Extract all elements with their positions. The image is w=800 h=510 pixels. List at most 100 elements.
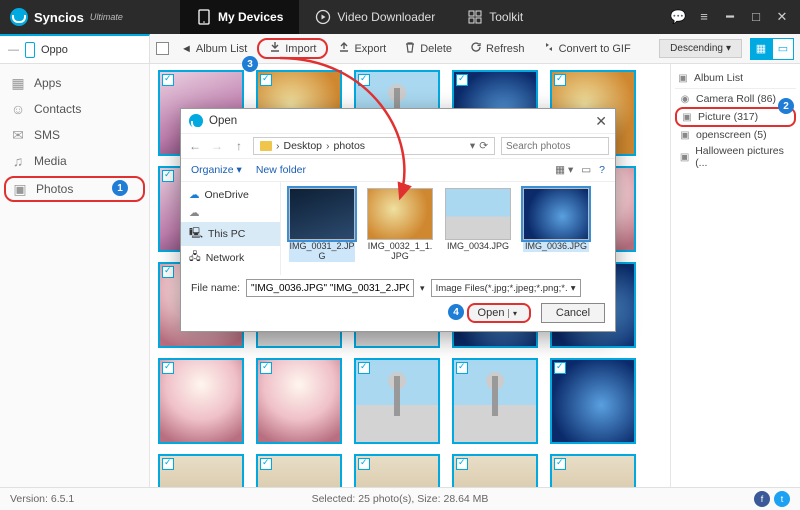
thumb-checkbox[interactable] xyxy=(358,74,370,86)
photo-thumb[interactable] xyxy=(256,454,342,487)
callout-2: 2 xyxy=(778,98,794,114)
pc-icon: 🖳 xyxy=(189,225,203,243)
refresh-icon xyxy=(470,41,482,56)
thumb-checkbox[interactable] xyxy=(162,458,174,470)
photo-thumb[interactable] xyxy=(550,358,636,444)
tree-label: Network xyxy=(206,252,245,264)
tab-video-downloader-label: Video Downloader xyxy=(337,10,435,24)
breadcrumb[interactable]: › Desktop › photos ▾⟳ xyxy=(253,137,495,155)
organize-button[interactable]: Organize ▾ xyxy=(191,164,242,176)
refresh-icon[interactable]: ⟳ xyxy=(479,140,488,152)
twitter-icon[interactable]: t xyxy=(774,491,790,507)
file-type-filter[interactable]: Image Files(*.jpg;*.jpeg;*.png;*.▾ xyxy=(431,279,581,297)
sidebar-item-label: Photos xyxy=(36,182,73,196)
thumb-checkbox[interactable] xyxy=(260,362,272,374)
thumb-checkbox[interactable] xyxy=(260,74,272,86)
album-picture[interactable]: ▣ Picture (317) xyxy=(675,107,796,127)
photo-thumb[interactable] xyxy=(452,454,538,487)
help-button[interactable]: ? xyxy=(599,164,605,176)
tree-this-pc[interactable]: 🖳This PC xyxy=(181,222,280,246)
photo-thumb[interactable] xyxy=(452,358,538,444)
nav-up-button[interactable]: ↑ xyxy=(231,139,247,153)
syncios-logo-icon xyxy=(189,114,203,128)
cancel-button[interactable]: Cancel xyxy=(541,303,605,323)
sidebar-item-label: SMS xyxy=(34,128,60,142)
file-item[interactable]: IMG_0032_1_1.JPG xyxy=(367,188,433,269)
dialog-files: IMG_0031_2.JPG IMG_0032_1_1.JPG IMG_0034… xyxy=(281,182,615,275)
phone-device-icon xyxy=(25,42,35,58)
refresh-button[interactable]: Refresh xyxy=(462,38,533,59)
new-folder-button[interactable]: New folder xyxy=(256,164,306,176)
view-grid-button[interactable]: ▦ xyxy=(750,38,772,60)
minimize-button[interactable]: ━ xyxy=(722,9,738,25)
sidebar-item-label: Contacts xyxy=(34,102,81,116)
tree-cloud[interactable]: ☁ xyxy=(181,204,280,222)
thumb-checkbox[interactable] xyxy=(456,74,468,86)
select-all-checkbox[interactable] xyxy=(156,42,169,55)
file-name-input[interactable] xyxy=(246,279,414,297)
feedback-icon[interactable]: 💬 xyxy=(670,9,686,25)
close-button[interactable]: ✕ xyxy=(774,9,790,25)
nav-back-button[interactable]: ← xyxy=(187,139,203,153)
sidebar-item-sms[interactable]: ✉ SMS xyxy=(0,122,149,148)
export-button[interactable]: Export xyxy=(330,38,394,59)
dialog-search-input[interactable] xyxy=(501,137,609,155)
photo-thumb[interactable] xyxy=(550,454,636,487)
menu-icon[interactable]: ≡ xyxy=(696,9,712,25)
thumb-checkbox[interactable] xyxy=(260,458,272,470)
nav-forward-button[interactable]: → xyxy=(209,139,225,153)
tab-my-devices[interactable]: My Devices xyxy=(180,0,299,34)
thumb-checkbox[interactable] xyxy=(456,458,468,470)
facebook-icon[interactable]: f xyxy=(754,491,770,507)
delete-button[interactable]: Delete xyxy=(396,38,460,59)
photo-thumb[interactable] xyxy=(256,358,342,444)
tree-network[interactable]: 🖧Network xyxy=(181,246,280,270)
photo-thumb[interactable] xyxy=(158,454,244,487)
thumb-checkbox[interactable] xyxy=(358,362,370,374)
convert-icon xyxy=(543,41,555,56)
title-bar: Syncios Ultimate My Devices Video Downlo… xyxy=(0,0,800,34)
maximize-button[interactable]: □ xyxy=(748,9,764,25)
file-item[interactable]: IMG_0031_2.JPG xyxy=(289,188,355,269)
thumb-checkbox[interactable] xyxy=(162,362,174,374)
thumb-checkbox[interactable] xyxy=(554,74,566,86)
sidebar-item-apps[interactable]: ▦ Apps xyxy=(0,70,149,96)
thumb-checkbox[interactable] xyxy=(162,266,174,278)
thumb-checkbox[interactable] xyxy=(162,74,174,86)
convert-gif-button[interactable]: Convert to GIF xyxy=(535,38,639,59)
social-links: f t xyxy=(754,491,790,507)
album-list-button[interactable]: ◄ Album List xyxy=(173,40,255,58)
chevron-down-icon: ▾ xyxy=(726,43,731,54)
trash-icon xyxy=(404,41,416,56)
photo-thumb[interactable] xyxy=(158,358,244,444)
import-button[interactable]: Import xyxy=(257,38,328,59)
album-list-pane: ▣ Album List ◉ Camera Roll (86) ▣ Pictur… xyxy=(670,64,800,487)
view-list-button[interactable]: ▭ xyxy=(772,38,794,60)
photo-thumb[interactable] xyxy=(354,358,440,444)
file-item[interactable]: IMG_0036.JPG xyxy=(523,188,589,269)
open-button[interactable]: Open ▾ xyxy=(467,303,531,323)
dialog-title-bar: Open ✕ xyxy=(181,109,615,133)
album-halloween[interactable]: ▣ Halloween pictures (... xyxy=(675,143,796,171)
device-tab[interactable]: — Oppo xyxy=(0,34,150,63)
album-openscreen[interactable]: ▣ openscreen (5) xyxy=(675,127,796,143)
thumb-checkbox[interactable] xyxy=(162,170,174,182)
file-item[interactable]: IMG_0034.JPG xyxy=(445,188,511,269)
thumb-checkbox[interactable] xyxy=(554,458,566,470)
dialog-close-button[interactable]: ✕ xyxy=(595,113,607,130)
sidebar-item-contacts[interactable]: ☺ Contacts xyxy=(0,96,149,122)
tab-video-downloader[interactable]: Video Downloader xyxy=(299,0,451,34)
sidebar-item-media[interactable]: ♫ Media xyxy=(0,148,149,174)
cloud-icon: ☁ xyxy=(189,207,200,219)
view-options-button[interactable]: ▦ ▾ xyxy=(555,164,573,176)
open-button-label: Open xyxy=(478,307,505,319)
thumb-checkbox[interactable] xyxy=(358,458,370,470)
thumb-checkbox[interactable] xyxy=(456,362,468,374)
photo-thumb[interactable] xyxy=(354,454,440,487)
tree-onedrive[interactable]: ☁OneDrive xyxy=(181,186,280,204)
apps-icon: ▦ xyxy=(10,75,26,91)
preview-pane-button[interactable]: ▭ xyxy=(581,164,591,176)
tab-toolkit[interactable]: Toolkit xyxy=(451,0,539,34)
thumb-checkbox[interactable] xyxy=(554,362,566,374)
sort-button[interactable]: Descending ▾ xyxy=(659,39,742,58)
